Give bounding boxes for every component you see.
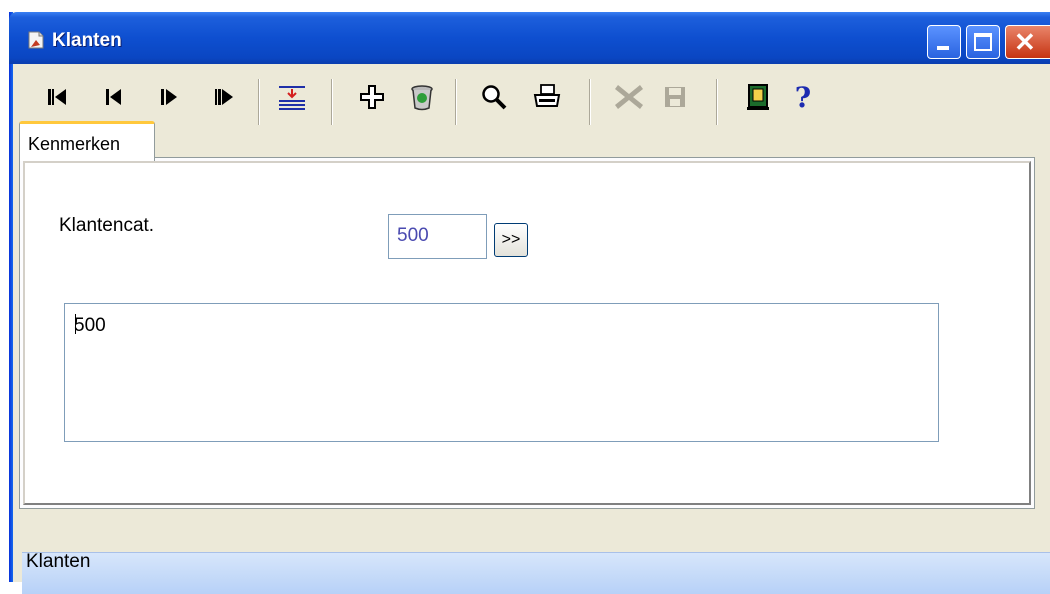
last-record-icon (215, 89, 233, 105)
minimize-button[interactable] (927, 25, 961, 59)
category-label: Klantencat. (59, 215, 155, 236)
tab-label: Kenmerken (28, 134, 121, 154)
category-lookup-button[interactable]: >> (494, 223, 528, 257)
toolbar-separator (331, 79, 333, 125)
save-button (658, 80, 692, 114)
description-memo[interactable]: 500 (64, 303, 939, 442)
help-button[interactable]: ? (786, 80, 820, 114)
status-text: Klanten (26, 551, 91, 572)
category-input[interactable]: 500 (388, 214, 487, 259)
import-icon (279, 86, 305, 110)
close-icon: ✕ (1014, 27, 1036, 57)
print-button[interactable] (530, 80, 564, 114)
toolbar: ? (13, 64, 1050, 138)
delete-button[interactable] (405, 80, 439, 114)
search-button[interactable] (477, 80, 511, 114)
add-icon (360, 85, 384, 109)
title-bar[interactable]: Klanten ✕ (9, 12, 1050, 64)
maximize-button[interactable] (966, 25, 1000, 59)
toolbar-separator (258, 79, 260, 125)
first-record-icon (48, 89, 66, 105)
help-icon: ? (794, 80, 812, 114)
toolbar-separator (589, 79, 591, 125)
tab-kenmerken[interactable]: Kenmerken (19, 121, 155, 161)
memo-text: 500 (74, 315, 106, 336)
save-icon (665, 87, 685, 107)
next-record-icon (161, 89, 177, 105)
toolbar-separator (716, 79, 718, 125)
status-bar (22, 552, 1050, 594)
close-button[interactable]: ✕ (1005, 25, 1050, 59)
window-title: Klanten (52, 30, 122, 51)
print-icon (533, 84, 561, 107)
last-record-button[interactable] (207, 80, 241, 114)
search-icon (482, 85, 507, 110)
minimize-icon (937, 46, 949, 50)
previous-record-icon (106, 89, 121, 105)
delete-icon (411, 85, 433, 111)
exit-button[interactable] (741, 80, 775, 114)
maximize-icon (974, 33, 992, 51)
add-button[interactable] (355, 80, 389, 114)
exit-door-icon (747, 84, 769, 110)
previous-record-button[interactable] (96, 80, 130, 114)
next-record-button[interactable] (152, 80, 186, 114)
import-button[interactable] (275, 80, 309, 114)
document-icon (28, 31, 44, 49)
toolbar-separator (455, 79, 457, 125)
cancel-icon (615, 85, 643, 109)
cancel-button (612, 80, 646, 114)
first-record-button[interactable] (40, 80, 74, 114)
